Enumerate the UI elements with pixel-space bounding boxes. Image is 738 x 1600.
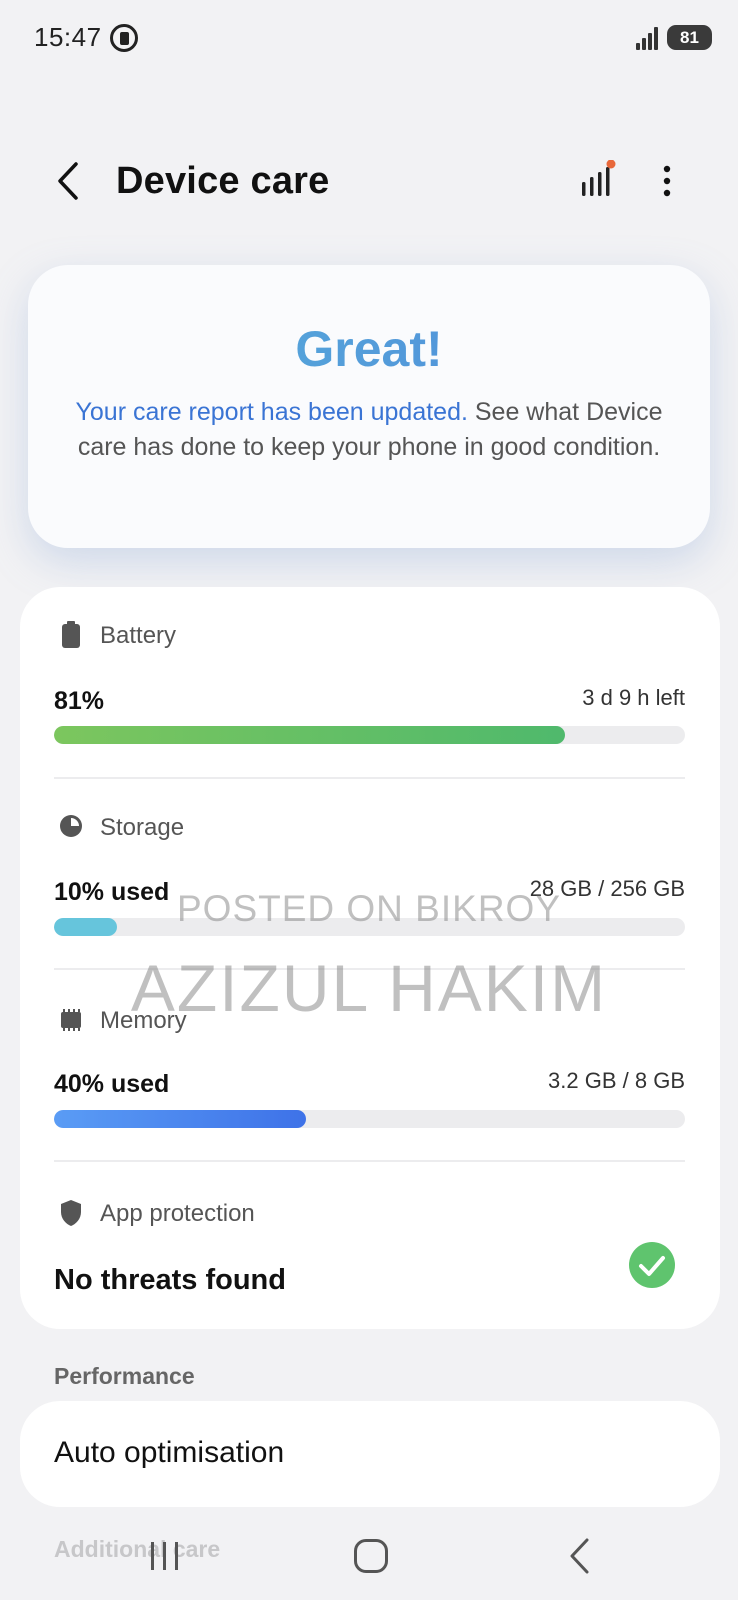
watermark-line-1: POSTED ON BIKROY <box>176 888 561 929</box>
page-title: Device care <box>116 160 330 202</box>
recents-icon[interactable] <box>148 1540 182 1572</box>
memory-progress-fill <box>54 1110 307 1128</box>
check-icon <box>628 1241 676 1289</box>
storage-icon <box>58 813 84 839</box>
auto-optimisation-label: Auto optimisation <box>54 1436 285 1469</box>
signal-icon <box>636 26 660 50</box>
bars-icon[interactable] <box>580 159 620 200</box>
battery-time-left: 3 d 9 h left <box>582 685 685 710</box>
battery-label[interactable]: Battery <box>100 622 176 650</box>
care-report-link[interactable]: Your care report has been updated. <box>76 398 468 426</box>
lock-icon <box>110 24 138 52</box>
care-report-message: Your care report has been updated. See w… <box>68 395 670 465</box>
memory-progress-bar <box>54 1110 685 1128</box>
shield-icon <box>59 1199 83 1227</box>
memory-value: 40% used <box>54 1070 170 1098</box>
more-icon[interactable] <box>652 164 682 200</box>
storage-label[interactable]: Storage <box>100 814 184 842</box>
auto-optimisation-item[interactable]: Auto optimisation <box>20 1401 720 1507</box>
care-report-card[interactable]: Great! Your care report has been updated… <box>28 265 710 548</box>
battery-value: 81% <box>54 687 105 715</box>
performance-section-label: Performance <box>54 1363 195 1389</box>
app-protection-label[interactable]: App protection <box>100 1200 255 1228</box>
nav-back-icon[interactable] <box>565 1535 595 1577</box>
memory-amount: 3.2 GB / 8 GB <box>548 1068 685 1093</box>
app-protection-status: No threats found <box>54 1264 286 1296</box>
back-icon[interactable] <box>50 158 90 204</box>
status-time: 15:47 <box>34 22 102 52</box>
hero-title: Great! <box>28 320 710 378</box>
watermark-line-2: AZIZUL HAKIM <box>130 951 608 1025</box>
battery-progress-fill <box>54 726 566 744</box>
additional-care-section-label: Additional care <box>54 1536 221 1562</box>
home-icon[interactable] <box>354 1539 388 1573</box>
divider <box>54 777 685 779</box>
battery-progress-bar <box>54 726 685 744</box>
divider <box>54 1160 685 1162</box>
battery-status-badge: 81 <box>667 25 712 50</box>
battery-icon <box>60 621 82 649</box>
